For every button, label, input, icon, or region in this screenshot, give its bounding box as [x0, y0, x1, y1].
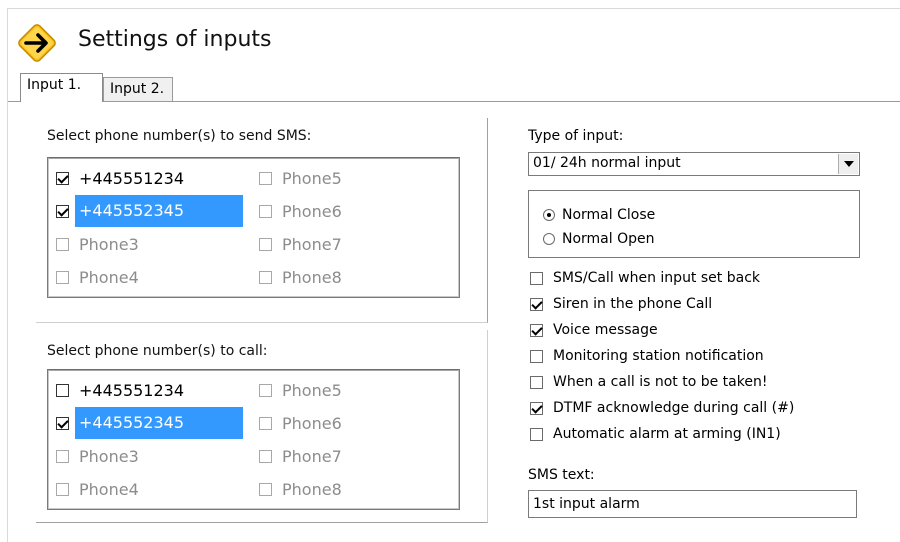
radio-label-normal-open: Normal Open — [562, 231, 655, 247]
tab-input-2[interactable]: Input 2. — [103, 77, 173, 101]
option-label: When a call is not to be taken! — [553, 374, 768, 390]
sms-phone-checkbox[interactable] — [259, 204, 272, 218]
sms-phone-checkbox[interactable] — [259, 171, 272, 185]
option-label: SMS/Call when input set back — [553, 270, 760, 286]
option-label: Automatic alarm at arming (IN1) — [553, 426, 781, 442]
radio-dot-normal-close[interactable] — [543, 209, 555, 221]
sms-phone-list[interactable]: +445551234 +445552345 Phone3 Phone4 Phone5 Ph… — [47, 157, 460, 298]
sms-group-label: Select phone number(s) to send SMS: — [47, 128, 312, 144]
type-of-input-value: 01/ 24h normal input — [533, 155, 681, 171]
sms-text-input[interactable] — [528, 490, 857, 518]
sms-phone-label: Phone3 — [79, 234, 139, 254]
sms-phone-label: Phone8 — [282, 267, 342, 287]
radio-normal-open[interactable]: Normal Open — [543, 231, 655, 247]
call-phone-checkbox[interactable] — [259, 449, 272, 463]
call-phone-list[interactable]: +445551234 +445552345 Phone3 Phone4 Phone5 Ph… — [47, 369, 460, 510]
tab-input-1[interactable]: Input 1. — [20, 73, 103, 102]
sms-phone-checkbox[interactable] — [259, 237, 272, 251]
call-phone-item[interactable]: +445551234 — [48, 375, 243, 405]
call-phone-label: Phone7 — [282, 446, 342, 466]
radio-label-normal-close: Normal Close — [562, 207, 656, 223]
sms-phone-checkbox[interactable] — [56, 204, 69, 218]
sms-phone-item[interactable]: Phone7 — [251, 229, 446, 259]
type-of-input-select[interactable]: 01/ 24h normal input — [528, 152, 860, 176]
call-phone-checkbox[interactable] — [56, 449, 69, 463]
sms-phone-checkbox[interactable] — [56, 171, 69, 185]
option-checkbox-row[interactable]: Voice message — [530, 322, 658, 338]
option-label: Siren in the phone Call — [553, 296, 713, 312]
sms-phone-label: Phone6 — [282, 201, 342, 221]
sms-phone-label: +445551234 — [79, 168, 185, 188]
sms-phone-item[interactable]: Phone3 — [48, 229, 243, 259]
call-phone-label: Phone8 — [282, 479, 342, 499]
option-checkbox-row[interactable]: Siren in the phone Call — [530, 296, 712, 312]
radio-dot-normal-open[interactable] — [543, 233, 555, 245]
option-checkbox[interactable] — [530, 349, 543, 363]
call-phone-item[interactable]: Phone4 — [48, 474, 243, 504]
chevron-down-icon[interactable] — [838, 154, 858, 174]
option-checkbox[interactable] — [530, 297, 543, 311]
call-phone-item[interactable]: Phone6 — [251, 408, 446, 438]
tab-divider — [8, 101, 900, 102]
call-phone-item[interactable]: Phone5 — [251, 375, 446, 405]
type-of-input-label: Type of input: — [528, 128, 624, 144]
radio-normal-close[interactable]: Normal Close — [543, 207, 655, 223]
sms-phone-item[interactable]: Phone4 — [48, 262, 243, 292]
sms-phone-label: Phone7 — [282, 234, 342, 254]
call-phone-label: Phone6 — [282, 413, 342, 433]
sms-phone-item[interactable]: +445552345 — [48, 195, 243, 227]
option-checkbox-row[interactable]: SMS/Call when input set back — [530, 270, 760, 286]
option-checkbox[interactable] — [530, 375, 543, 389]
call-phone-item[interactable]: Phone3 — [48, 441, 243, 471]
call-phone-item[interactable]: Phone7 — [251, 441, 446, 471]
option-checkbox[interactable] — [530, 323, 543, 337]
call-phone-checkbox[interactable] — [56, 416, 69, 430]
sms-phone-item[interactable]: Phone5 — [251, 163, 446, 193]
option-checkbox[interactable] — [530, 401, 543, 415]
sms-phone-label: Phone4 — [79, 267, 139, 287]
option-checkbox-row[interactable]: When a call is not to be taken! — [530, 374, 767, 390]
call-phone-checkbox[interactable] — [56, 482, 69, 496]
sms-phone-checkbox[interactable] — [56, 237, 69, 251]
option-checkbox-row[interactable]: Automatic alarm at arming (IN1) — [530, 426, 781, 442]
call-phone-label: +445551234 — [79, 380, 185, 400]
call-phone-checkbox[interactable] — [259, 416, 272, 430]
sms-phone-label: Phone5 — [282, 168, 342, 188]
option-checkbox-row[interactable]: DTMF acknowledge during call (#) — [530, 400, 794, 416]
sms-phone-item[interactable]: Phone8 — [251, 262, 446, 292]
option-checkbox[interactable] — [530, 427, 543, 441]
contact-mode-group: Normal Close Normal Open — [528, 190, 860, 258]
sms-phone-label: +445552345 — [75, 195, 243, 227]
call-phone-label: Phone3 — [79, 446, 139, 466]
call-phone-checkbox[interactable] — [56, 383, 69, 397]
arrow-right-diamond-icon — [18, 24, 56, 62]
sms-phone-item[interactable]: +445551234 — [48, 163, 243, 193]
call-phone-checkbox[interactable] — [259, 482, 272, 496]
option-label: Voice message — [553, 322, 658, 338]
call-phone-label: Phone5 — [282, 380, 342, 400]
call-phone-item[interactable]: +445552345 — [48, 407, 243, 439]
page-title: Settings of inputs — [78, 27, 272, 52]
call-phone-checkbox[interactable] — [259, 383, 272, 397]
call-phone-label: Phone4 — [79, 479, 139, 499]
sms-text-label: SMS text: — [528, 467, 595, 483]
option-label: DTMF acknowledge during call (#) — [553, 400, 795, 416]
call-group-label: Select phone number(s) to call: — [47, 343, 268, 359]
sms-phone-checkbox[interactable] — [259, 270, 272, 284]
sms-phone-item[interactable]: Phone6 — [251, 196, 446, 226]
option-checkbox-row[interactable]: Monitoring station notification — [530, 348, 764, 364]
call-phone-item[interactable]: Phone8 — [251, 474, 446, 504]
option-checkbox[interactable] — [530, 271, 543, 285]
call-phone-label: +445552345 — [75, 407, 243, 439]
sms-phone-checkbox[interactable] — [56, 270, 69, 284]
option-label: Monitoring station notification — [553, 348, 764, 364]
